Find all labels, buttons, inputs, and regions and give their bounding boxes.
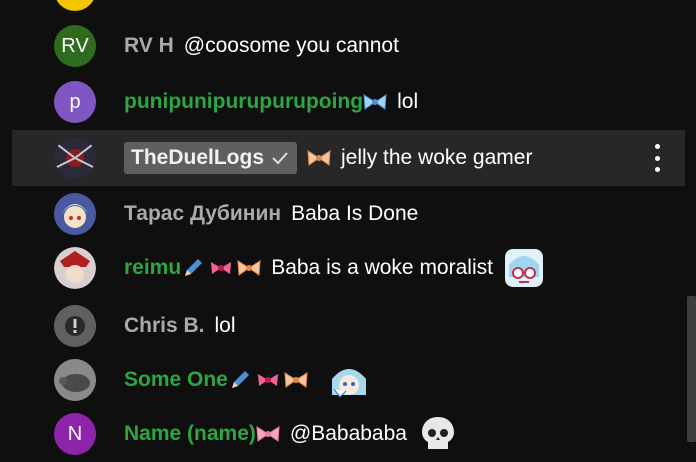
author-name-chip[interactable]: TheDuelLogs <box>124 142 298 174</box>
character-emote-icon <box>331 369 366 398</box>
message-text: Baba Is Done <box>291 202 419 225</box>
chat-message: Some One <box>12 352 685 408</box>
message-text: @coosome you cannot <box>183 34 399 57</box>
bow-ribbon-icon <box>363 94 387 110</box>
chat-message: TheDuelLogs jelly the woke gamer <box>12 130 685 186</box>
message-text: jelly the woke gamer <box>341 146 533 169</box>
pencil-icon <box>185 259 203 276</box>
avatar[interactable] <box>54 247 96 289</box>
live-chat-list: RV RV H @coosome you cannot p punipunipu… <box>0 0 696 455</box>
chat-message: Chris B. lol <box>12 298 685 354</box>
avatar[interactable] <box>54 0 96 11</box>
bow-ribbon-icon <box>237 260 261 276</box>
author-name[interactable]: punipunipurupurupoing <box>124 90 363 114</box>
message-text: Baba is a woke moralist <box>271 256 493 279</box>
message-text: @Babababa <box>289 422 407 445</box>
author-name[interactable]: reimu <box>124 256 181 280</box>
chat-message: Тарас Дубинин Baba Is Done <box>12 186 685 242</box>
bow-ribbon-icon <box>307 150 331 166</box>
chat-scrollbar[interactable] <box>687 296 696 442</box>
checkmark-icon <box>272 152 288 165</box>
bow-ribbon-icon <box>284 372 308 388</box>
alert-avatar-icon <box>54 305 96 347</box>
shrine-maiden-avatar-icon <box>54 247 96 289</box>
avatar[interactable] <box>54 305 96 347</box>
message-text: lol <box>397 90 419 113</box>
more-vertical-icon[interactable] <box>645 144 669 172</box>
avatar[interactable]: RV <box>54 25 96 67</box>
chat-message <box>12 0 685 18</box>
message-text: lol <box>214 314 236 337</box>
skull-icon <box>421 417 454 449</box>
author-name[interactable]: Some One <box>124 368 228 392</box>
pink-ribbon-icon <box>211 262 232 274</box>
bow-ribbon-icon <box>256 426 280 442</box>
avatar[interactable]: p <box>54 81 96 123</box>
turtle-avatar-icon <box>54 359 96 401</box>
chat-message: reimu Baba is a woke moralist <box>12 240 685 296</box>
author-name[interactable]: Name (name) <box>124 422 256 446</box>
author-name[interactable]: RV H <box>124 34 174 58</box>
spider-avatar-icon <box>54 137 96 179</box>
chat-message: N Name (name) @Babababa <box>12 406 685 462</box>
anime-avatar-icon <box>54 193 96 235</box>
avatar[interactable] <box>54 359 96 401</box>
chat-message: RV RV H @coosome you cannot <box>12 18 685 74</box>
pencil-icon <box>231 371 249 388</box>
author-name[interactable]: Chris B. <box>124 314 205 338</box>
avatar[interactable] <box>54 193 96 235</box>
character-emote-icon <box>504 249 543 287</box>
pink-ribbon-icon <box>257 374 278 386</box>
avatar[interactable] <box>54 137 96 179</box>
bow-ribbon-icon <box>244 0 268 2</box>
chat-message: p punipunipurupurupoing lol <box>12 74 685 130</box>
avatar[interactable]: N <box>54 413 96 455</box>
author-name[interactable]: Тарас Дубинин <box>124 202 281 226</box>
